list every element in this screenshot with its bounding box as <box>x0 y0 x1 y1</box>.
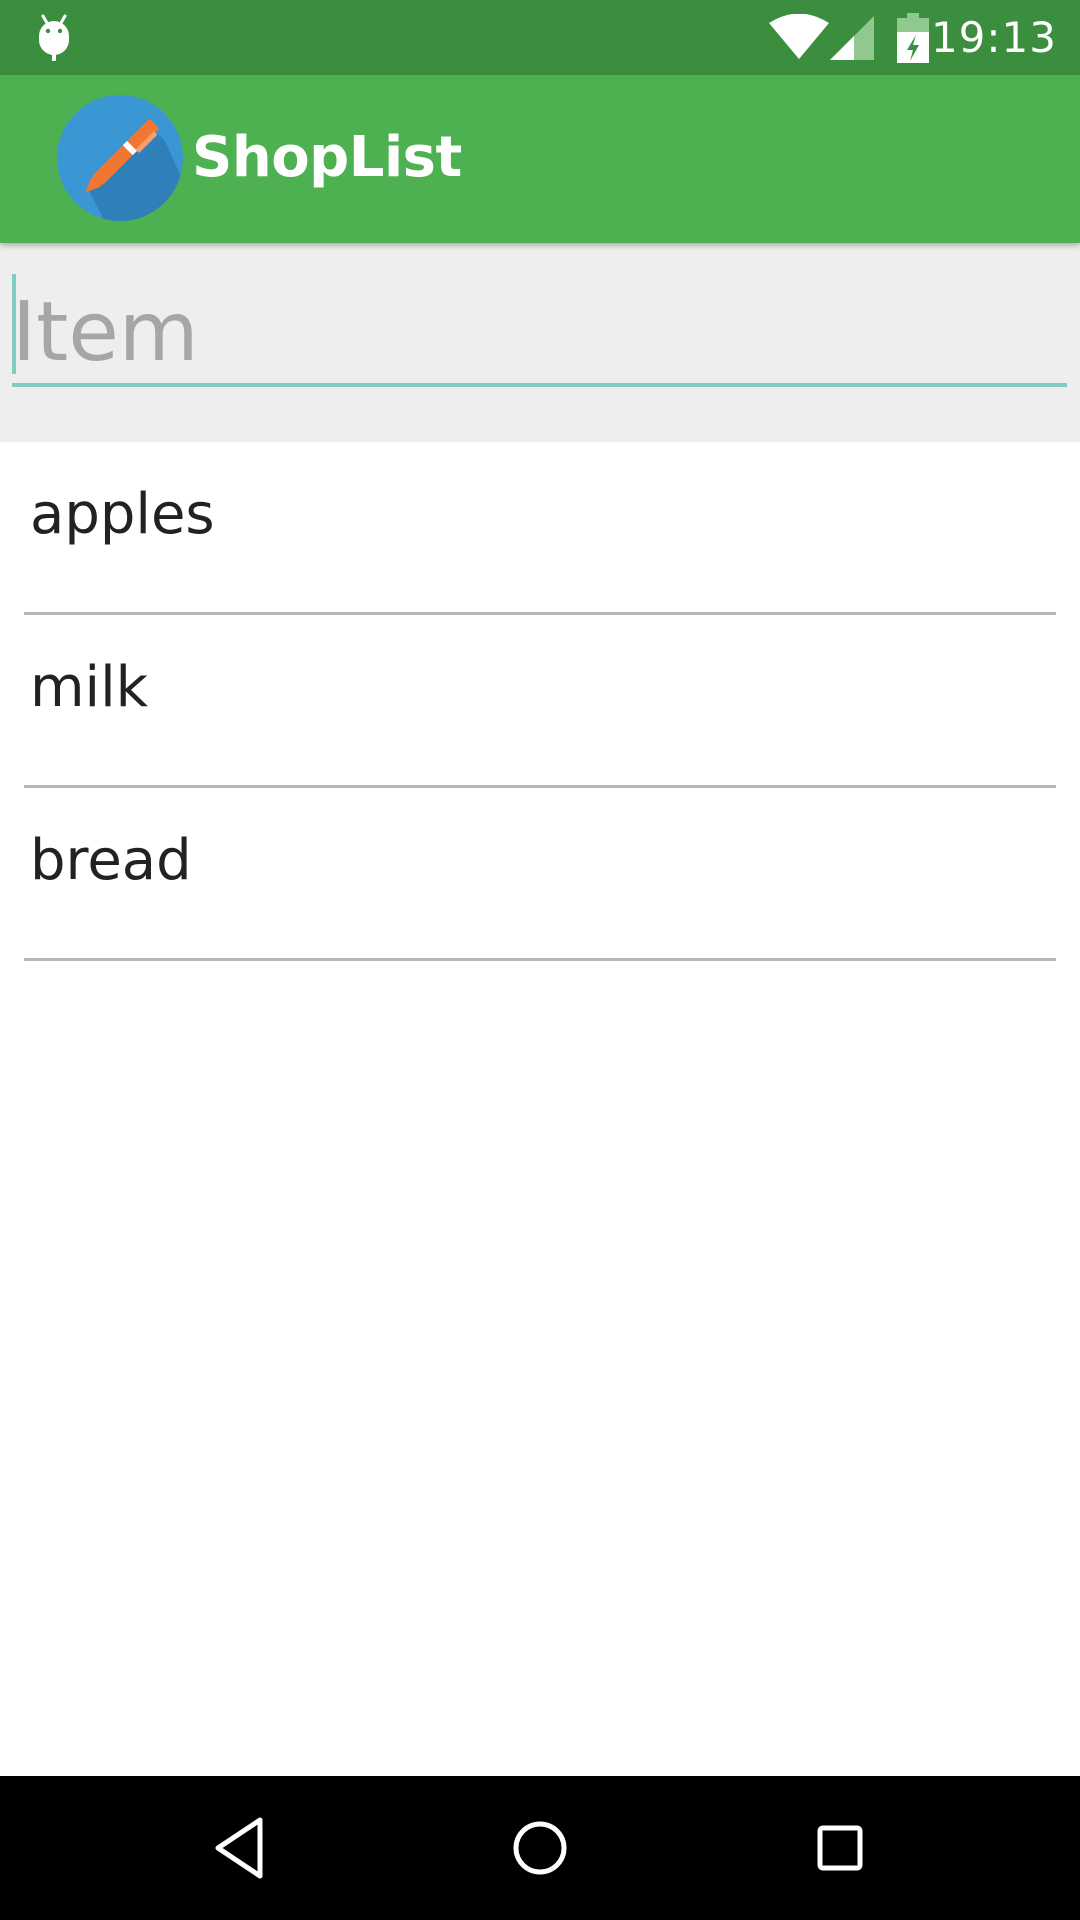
shopping-list: apples milk bread <box>0 442 1080 961</box>
status-bar: 19:13 <box>0 0 1080 75</box>
list-divider <box>24 958 1056 961</box>
list-item[interactable]: bread <box>0 788 1080 961</box>
text-cursor <box>12 274 16 374</box>
recents-square-icon[interactable] <box>804 1812 876 1884</box>
android-icon <box>39 14 69 61</box>
app-title: ShopList <box>192 125 462 190</box>
app-bar: ShopList <box>0 75 1080 243</box>
navigation-bar <box>0 1776 1080 1920</box>
wifi-icon <box>769 14 829 59</box>
back-triangle-icon[interactable] <box>204 1812 276 1884</box>
list-item-label: bread <box>30 828 192 893</box>
signal-icon <box>830 16 874 60</box>
status-time: 19:13 <box>930 13 1057 62</box>
home-circle-icon[interactable] <box>504 1812 576 1884</box>
pen-logo-icon <box>57 95 183 221</box>
list-item-label: milk <box>30 655 149 720</box>
battery-charging-icon <box>897 13 929 63</box>
list-item-label: apples <box>30 482 215 547</box>
item-input-container <box>0 243 1080 442</box>
item-input[interactable] <box>12 281 1067 387</box>
list-item[interactable]: apples <box>0 442 1080 615</box>
list-item[interactable]: milk <box>0 615 1080 788</box>
